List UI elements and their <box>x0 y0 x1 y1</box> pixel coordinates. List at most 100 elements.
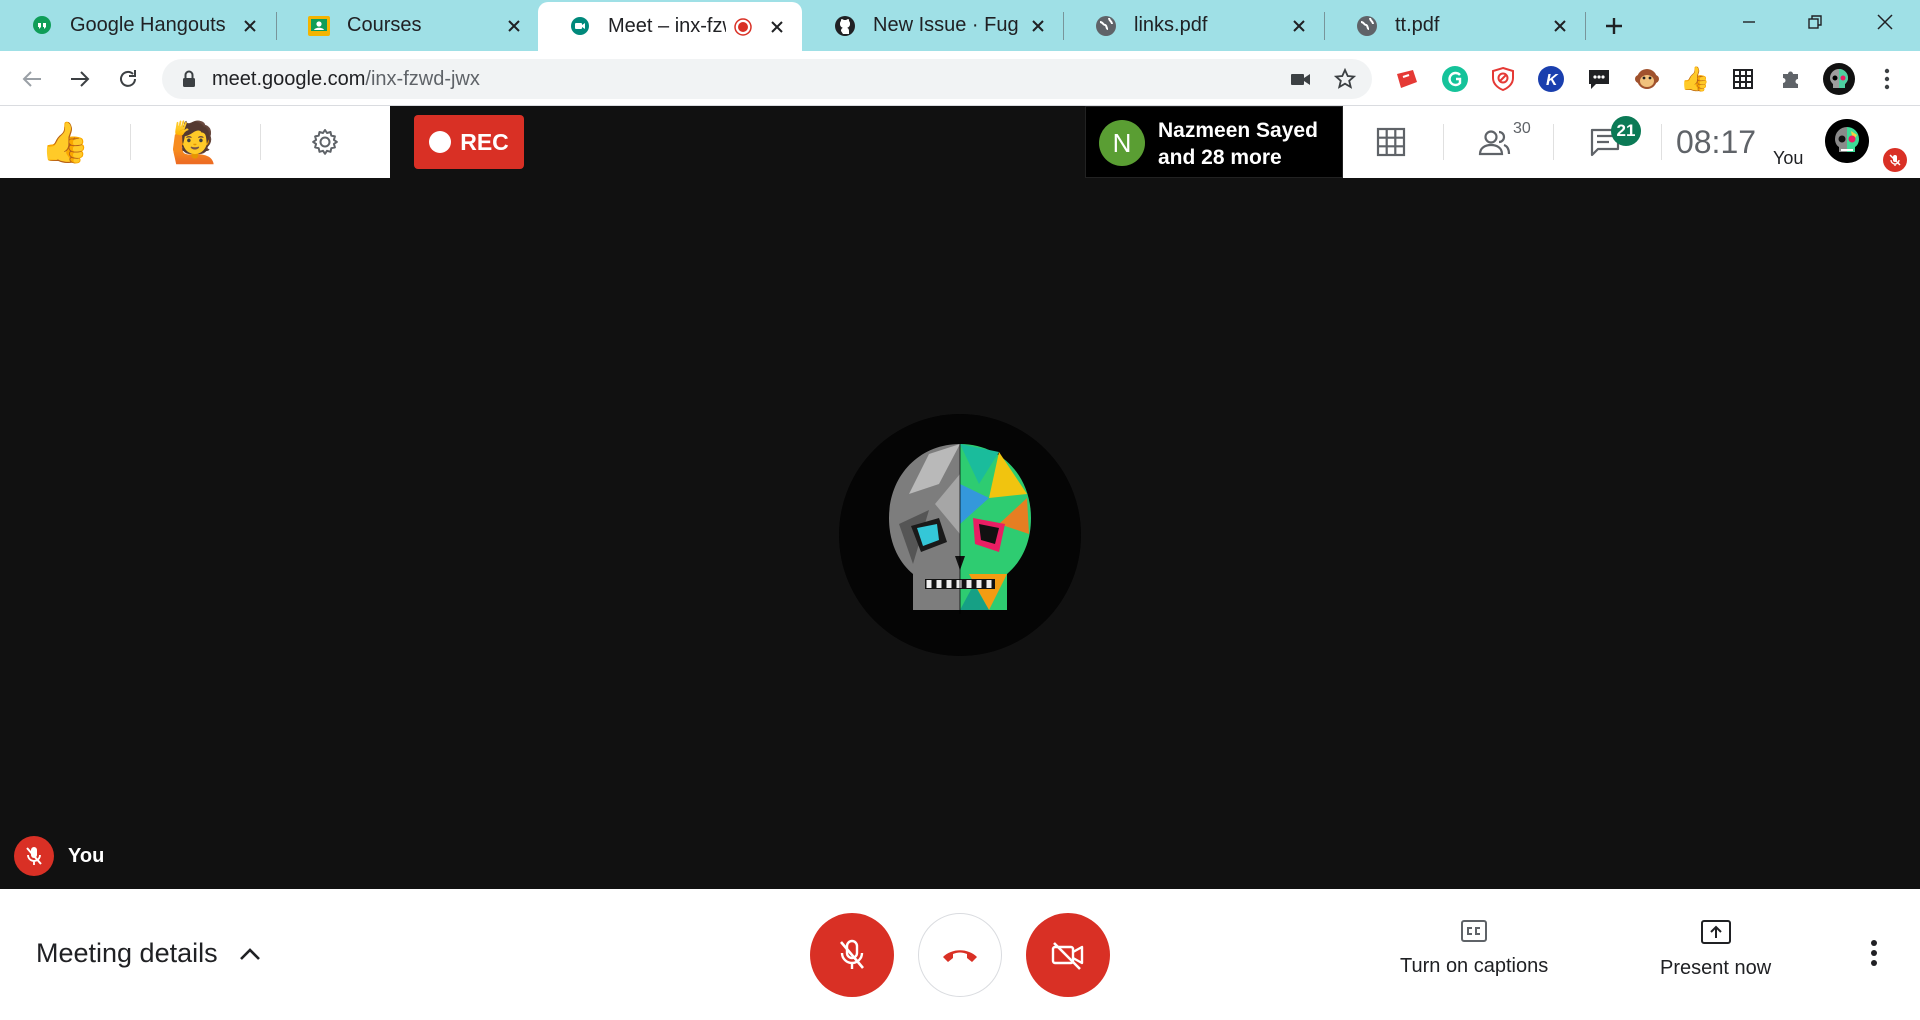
participant-avatar <box>839 414 1081 656</box>
restore-button[interactable] <box>1782 0 1848 44</box>
monkey-extension-icon[interactable] <box>1632 64 1662 94</box>
joined-more: and 28 more <box>1158 146 1282 169</box>
globe-icon <box>1355 14 1379 38</box>
tab-title: Courses <box>347 14 422 36</box>
hang-up-icon <box>943 950 977 962</box>
shield-extension-icon[interactable] <box>1488 64 1518 94</box>
close-icon <box>1877 14 1893 30</box>
minimize-icon <box>1743 21 1755 23</box>
mic-off-icon <box>840 939 864 969</box>
close-icon[interactable] <box>1027 15 1049 37</box>
close-icon[interactable] <box>1549 15 1571 37</box>
thumbs-up-extension-icon[interactable]: 👍 <box>1680 64 1710 94</box>
tab-title: Google Hangouts <box>70 14 226 36</box>
self-label: You <box>1773 148 1804 168</box>
tab-divider <box>1585 12 1586 40</box>
tab-links-pdf[interactable]: links.pdf <box>1064 0 1324 51</box>
tab-courses[interactable]: Courses <box>277 0 539 51</box>
participants-count: 30 <box>1513 120 1531 137</box>
raise-hand-button[interactable]: 🙋 <box>130 106 260 178</box>
record-dot-icon <box>429 131 452 153</box>
tab-title: Meet – inx-fzwd- <box>608 15 726 37</box>
meeting-details-button[interactable]: Meeting details <box>36 938 262 969</box>
camera-toggle-button[interactable] <box>1026 913 1110 997</box>
closed-captions-icon <box>1461 920 1488 942</box>
tab-google-hangouts[interactable]: Google Hangouts <box>0 0 275 51</box>
grid-icon <box>1376 127 1406 157</box>
thumbs-up-reaction-button[interactable]: 👍 <box>0 106 130 178</box>
close-icon[interactable] <box>766 16 788 38</box>
close-icon[interactable] <box>1288 15 1310 37</box>
github-icon <box>833 14 857 38</box>
reload-icon <box>120 70 136 87</box>
grammarly-icon[interactable] <box>1440 64 1470 94</box>
tab-github-new-issue[interactable]: New Issue · Fugiman/ <box>803 0 1063 51</box>
captions-button[interactable]: Turn on captions <box>1400 919 1548 978</box>
clock-text: 08:17 <box>1675 123 1757 160</box>
extension-red-icon[interactable] <box>1392 64 1422 94</box>
recording-indicator-icon <box>734 17 752 36</box>
settings-button[interactable] <box>260 106 390 178</box>
meet-icon <box>568 15 592 39</box>
back-button[interactable] <box>16 63 48 95</box>
restore-icon <box>1808 15 1822 29</box>
camera-in-use-icon[interactable] <box>1290 69 1312 89</box>
stage-self-tag: You <box>14 836 104 876</box>
arrow-left-icon <box>22 71 41 87</box>
puzzle-icon[interactable] <box>1776 64 1806 94</box>
globe-icon <box>1094 14 1118 38</box>
grid-extension-icon[interactable] <box>1728 64 1758 94</box>
avatar: N <box>1099 120 1145 166</box>
present-now-button[interactable]: Present now <box>1660 919 1771 980</box>
raise-hand-icon: 🙋 <box>170 120 220 165</box>
tab-meet[interactable]: Meet – inx-fzwd- <box>538 2 802 51</box>
microphone-toggle-button[interactable] <box>810 913 894 997</box>
camera-off-icon <box>1051 942 1084 970</box>
address-bar[interactable]: meet.google.com/inx-fzwd-jwx <box>162 59 1372 99</box>
star-icon[interactable] <box>1334 68 1356 90</box>
gear-icon <box>312 129 338 155</box>
captions-label: Turn on captions <box>1400 955 1549 977</box>
present-screen-icon <box>1700 920 1731 944</box>
stage-self-label: You <box>68 844 105 867</box>
chat-button[interactable]: 21 <box>1553 106 1657 178</box>
browser-toolbar: meet.google.com/inx-fzwd-jwx K 👍 <box>0 51 1920 106</box>
close-icon[interactable] <box>503 15 525 37</box>
close-window-button[interactable] <box>1852 0 1918 44</box>
more-options-button[interactable] <box>1860 933 1888 973</box>
meeting-details-label: Meeting details <box>36 938 218 968</box>
profile-avatar-icon[interactable] <box>1822 62 1856 96</box>
chat-bubble-extension-icon[interactable] <box>1584 64 1614 94</box>
url-path: /inx-fzwd-jwx <box>365 68 480 90</box>
joined-name: Nazmeen Sayed <box>1158 119 1318 142</box>
svg-text:K: K <box>1546 72 1559 89</box>
leave-call-button[interactable] <box>918 913 1002 997</box>
grid-view-button[interactable] <box>1343 106 1439 178</box>
reload-button[interactable] <box>112 63 144 95</box>
reaction-bar: 👍 🙋 <box>0 106 390 178</box>
meet-bottom-bar: Meeting details Turn on captions Present… <box>0 889 1920 1020</box>
url-text: meet.google.com/inx-fzwd-jwx <box>212 68 480 91</box>
minimize-button[interactable] <box>1716 0 1782 44</box>
meet-toolbar-right: 30 21 08:17 You <box>1343 106 1920 178</box>
people-icon <box>1478 130 1511 156</box>
tab-tt-pdf[interactable]: tt.pdf <box>1325 0 1585 51</box>
forward-button[interactable] <box>64 63 96 95</box>
record-label: REC <box>460 128 509 155</box>
kebab-menu-icon[interactable] <box>1872 64 1902 94</box>
self-avatar <box>1825 119 1869 163</box>
tab-title: links.pdf <box>1134 14 1208 36</box>
self-view-button[interactable]: You <box>1773 106 1920 178</box>
kebab-menu-icon <box>1871 940 1877 966</box>
record-button[interactable]: REC <box>414 115 524 169</box>
chat-unread-badge: 21 <box>1611 116 1641 146</box>
url-host: meet.google.com <box>212 68 366 90</box>
k-extension-icon[interactable]: K <box>1536 64 1566 94</box>
participants-joined-notice[interactable]: N Nazmeen Sayed and 28 more <box>1085 106 1343 178</box>
joined-text: Nazmeen Sayed and 28 more <box>1158 117 1318 171</box>
arrow-right-icon <box>71 71 90 87</box>
participants-button[interactable]: 30 <box>1443 106 1549 178</box>
new-tab-button[interactable] <box>1597 9 1631 43</box>
close-icon[interactable] <box>239 15 261 37</box>
muted-mic-icon <box>1883 148 1907 172</box>
